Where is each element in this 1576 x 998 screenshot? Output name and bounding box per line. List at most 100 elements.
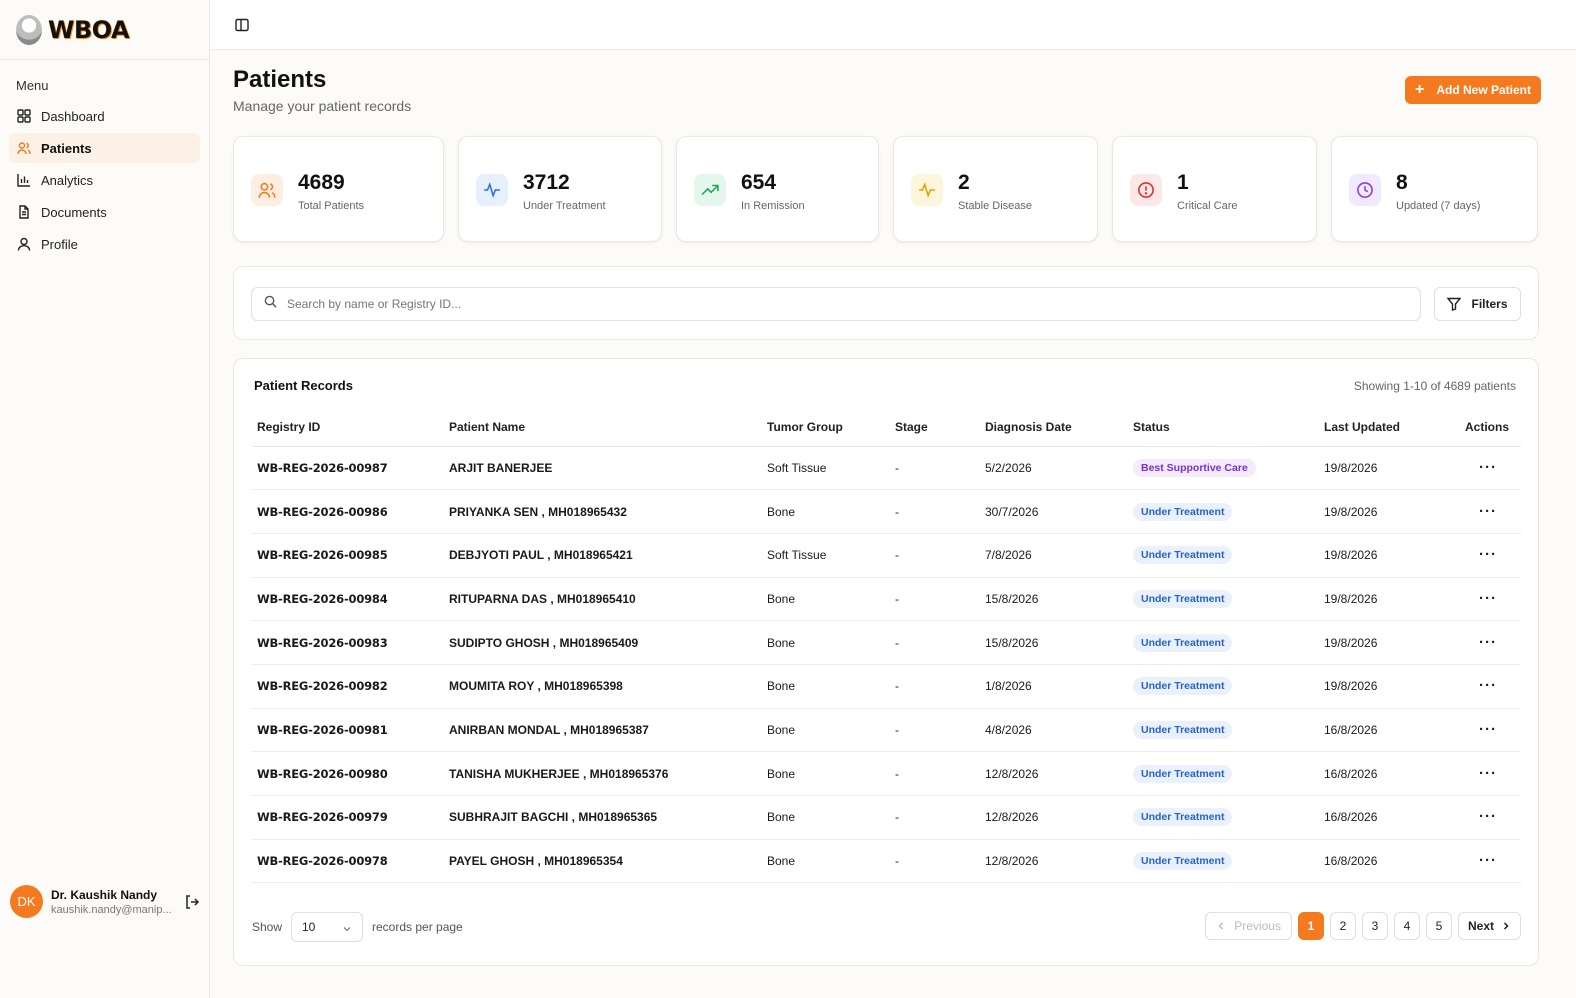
more-actions-icon[interactable]: ··· <box>1465 721 1497 738</box>
add-new-patient-button[interactable]: + Add New Patient <box>1405 76 1541 104</box>
records-count: Showing 1-10 of 4689 patients <box>1353 379 1516 393</box>
table-header-row: Registry ID Patient Name Tumor Group Sta… <box>252 409 1521 447</box>
page-size-select[interactable]: 10 <box>291 912 363 942</box>
more-actions-icon[interactable]: ··· <box>1465 590 1497 607</box>
search-icon <box>264 295 277 313</box>
page-button-5[interactable]: 5 <box>1425 912 1452 940</box>
diagnosis-date-cell: 12/8/2026 <box>980 751 1128 796</box>
table-row[interactable]: WB-REG-2026-00979 SUBHRAJIT BAGCHI , MH01… <box>252 795 1521 840</box>
tumor-group-cell: Bone <box>762 664 890 709</box>
stat-card-stable-disease: 2 Stable Disease <box>893 136 1098 242</box>
diagnosis-date-cell: 12/8/2026 <box>980 795 1128 840</box>
sidebar-item-analytics[interactable]: Analytics <box>9 165 200 195</box>
column-header-patient-name[interactable]: Patient Name <box>444 409 762 447</box>
table-row[interactable]: WB-REG-2026-00980 TANISHA MUKHERJEE , MH0… <box>252 751 1521 796</box>
column-header-actions: Actions <box>1460 409 1521 447</box>
actions-cell: ··· <box>1460 533 1521 578</box>
registry-id-cell: WB-REG-2026-00979 <box>252 795 444 840</box>
clock-icon <box>1349 174 1381 206</box>
table-row[interactable]: WB-REG-2026-00981 ANIRBAN MONDAL , MH0189… <box>252 708 1521 753</box>
tumor-group-cell: Bone <box>762 708 890 753</box>
diagnosis-date-cell: 15/8/2026 <box>980 620 1128 665</box>
status-badge: Under Treatment <box>1133 808 1233 827</box>
status-cell: Under Treatment <box>1128 577 1319 622</box>
sidebar-item-documents[interactable]: Documents <box>9 197 200 227</box>
stage-cell: - <box>890 489 980 534</box>
last-updated-cell: 16/8/2026 <box>1319 795 1460 840</box>
stage-cell: - <box>890 751 980 796</box>
column-header-stage[interactable]: Stage <box>890 409 980 447</box>
document-icon <box>17 205 31 219</box>
stat-card-total-patients: 4689 Total Patients <box>233 136 444 242</box>
table-row[interactable]: WB-REG-2026-00983 SUDIPTO GHOSH , MH01896… <box>252 620 1521 665</box>
stat-value: 2 <box>958 171 970 194</box>
search-box[interactable] <box>251 287 1421 321</box>
last-updated-cell: 16/8/2026 <box>1319 751 1460 796</box>
more-actions-icon[interactable]: ··· <box>1465 765 1497 782</box>
more-actions-icon[interactable]: ··· <box>1465 808 1497 825</box>
page-button-3[interactable]: 3 <box>1361 912 1388 940</box>
sidebar-item-patients[interactable]: Patients <box>9 133 200 163</box>
brand[interactable]: WBOA <box>0 0 209 60</box>
stage-cell: - <box>890 533 980 578</box>
sidebar-item-profile[interactable]: Profile <box>9 229 200 259</box>
logo-icon <box>16 14 42 45</box>
table-row[interactable]: WB-REG-2026-00978 PAYEL GHOSH , MH0189653… <box>252 839 1521 884</box>
avatar[interactable]: DK <box>10 885 43 918</box>
search-input[interactable] <box>287 297 1387 311</box>
patient-name-cell: PRIYANKA SEN , MH018965432 <box>444 489 762 534</box>
page-button-4[interactable]: 4 <box>1393 912 1420 940</box>
column-header-registry-id[interactable]: Registry ID <box>252 409 444 447</box>
table-row[interactable]: WB-REG-2026-00986 PRIYANKA SEN , MH018965… <box>252 489 1521 534</box>
sidebar-toggle-icon[interactable] <box>234 17 250 33</box>
logout-icon[interactable] <box>184 894 200 910</box>
status-cell: Under Treatment <box>1128 620 1319 665</box>
next-label: Next <box>1467 919 1494 933</box>
more-actions-icon[interactable]: ··· <box>1465 852 1497 869</box>
column-header-last-updated[interactable]: Last Updated <box>1319 409 1460 447</box>
patient-name-cell: DEBJYOTI PAUL , MH018965421 <box>444 533 762 578</box>
table-row[interactable]: WB-REG-2026-00987 ARJIT BANERJEE Soft Tiss… <box>252 446 1521 491</box>
status-badge: Under Treatment <box>1133 852 1233 871</box>
stat-label: Stable Disease <box>958 200 1032 212</box>
brand-name: WBOA <box>48 15 130 44</box>
last-updated-cell: 19/8/2026 <box>1319 446 1460 491</box>
next-page-button[interactable]: Next <box>1457 912 1521 940</box>
table-row[interactable]: WB-REG-2026-00982 MOUMITA ROY , MH0189653… <box>252 664 1521 709</box>
status-badge: Under Treatment <box>1133 677 1233 696</box>
page-button-1[interactable]: 1 <box>1297 912 1324 940</box>
tumor-group-cell: Bone <box>762 839 890 884</box>
more-actions-icon[interactable]: ··· <box>1465 634 1497 651</box>
more-actions-icon[interactable]: ··· <box>1465 503 1497 520</box>
patient-name-cell: TANISHA MUKHERJEE , MH018965376 <box>444 751 762 796</box>
trending-up-icon <box>694 174 726 206</box>
status-cell: Under Treatment <box>1128 751 1319 796</box>
status-badge: Under Treatment <box>1133 502 1233 521</box>
filters-button[interactable]: Filters <box>1434 287 1521 321</box>
more-actions-icon[interactable]: ··· <box>1465 546 1497 563</box>
previous-page-button[interactable]: Previous <box>1205 912 1292 940</box>
more-actions-icon[interactable]: ··· <box>1465 459 1497 476</box>
status-badge: Best Supportive Care <box>1133 458 1256 477</box>
column-header-diagnosis-date[interactable]: Diagnosis Date <box>980 409 1128 447</box>
status-badge: Under Treatment <box>1133 764 1233 783</box>
stage-cell: - <box>890 577 980 622</box>
status-badge: Under Treatment <box>1133 633 1233 652</box>
table-row[interactable]: WB-REG-2026-00984 RITUPARNA DAS , MH01896… <box>252 577 1521 622</box>
more-actions-icon[interactable]: ··· <box>1465 677 1497 694</box>
actions-cell: ··· <box>1460 620 1521 665</box>
table-row[interactable]: WB-REG-2026-00985 DEBJYOTI PAUL , MH01896… <box>252 533 1521 578</box>
sidebar-item-dashboard[interactable]: Dashboard <box>9 101 200 131</box>
patient-name-cell: MOUMITA ROY , MH018965398 <box>444 664 762 709</box>
registry-id-cell: WB-REG-2026-00980 <box>252 751 444 796</box>
grid-icon <box>17 109 31 123</box>
column-header-tumor-group[interactable]: Tumor Group <box>762 409 890 447</box>
per-page-label: records per page <box>372 920 463 934</box>
user-email: kaushik.nandy@manip... <box>51 903 172 916</box>
column-header-status[interactable]: Status <box>1128 409 1319 447</box>
bar-chart-icon <box>17 173 31 187</box>
stat-label: Critical Care <box>1177 200 1238 212</box>
page-button-2[interactable]: 2 <box>1329 912 1356 940</box>
registry-id-cell: WB-REG-2026-00981 <box>252 708 444 753</box>
stat-card-in-remission: 654 In Remission <box>676 136 879 242</box>
